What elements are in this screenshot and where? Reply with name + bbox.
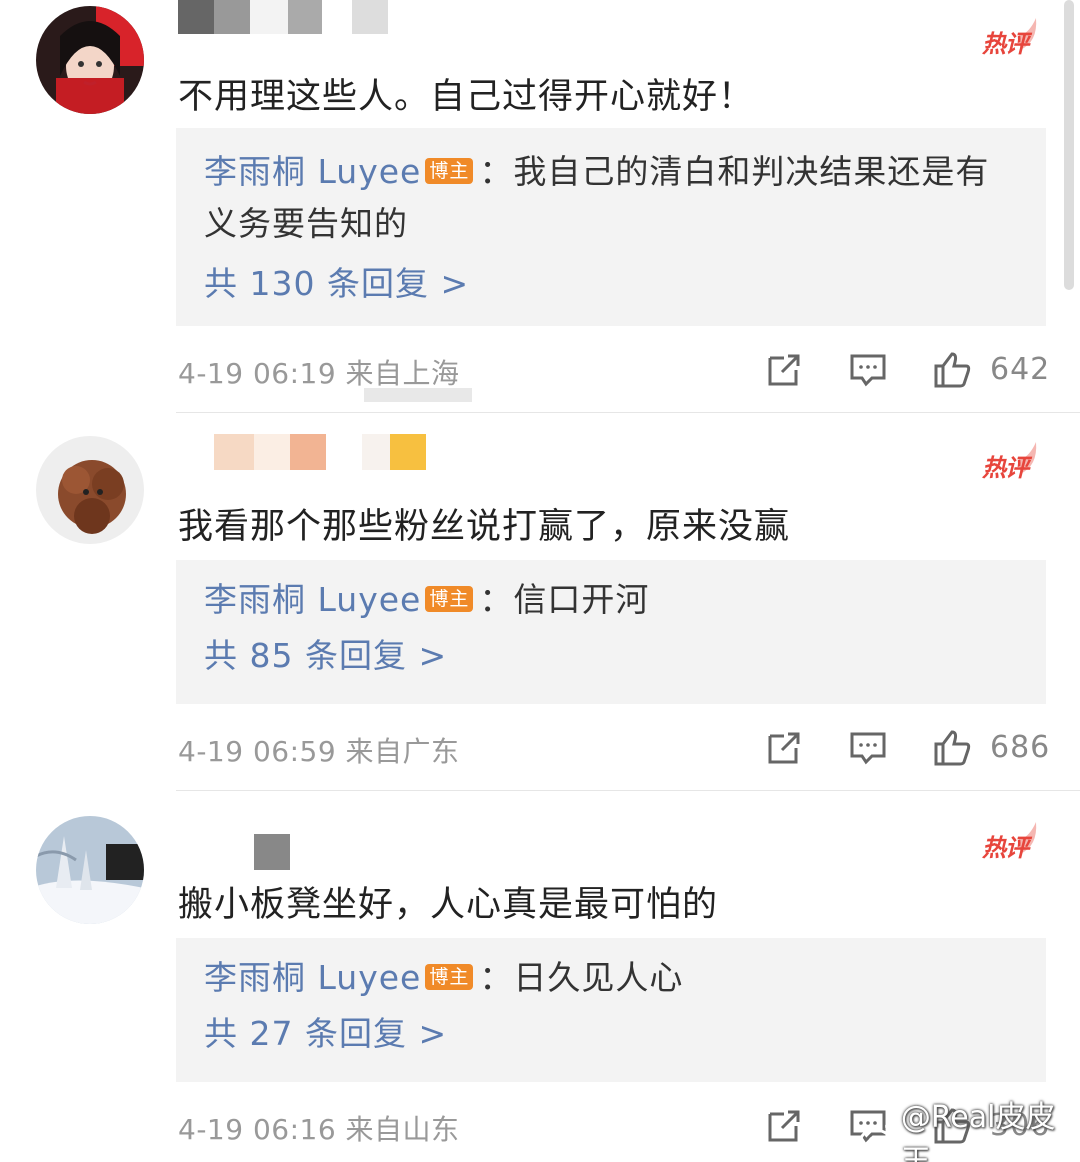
avatar[interactable] bbox=[36, 816, 144, 924]
username-masked[interactable] bbox=[254, 834, 290, 874]
comment-icon[interactable] bbox=[848, 350, 888, 390]
divider bbox=[176, 412, 1080, 413]
like-icon[interactable] bbox=[932, 728, 972, 768]
comment-actions: 642 bbox=[760, 348, 1050, 392]
comment-feed: 热评 不用理这些人。自己过得开心就好！ 李雨桐 Luyee 博主 ：我自己的清白和判… bbox=[0, 0, 1080, 1162]
reply-preview[interactable]: 李雨桐 Luyee 博主 ：信口开河 共 85 条回复 > bbox=[176, 560, 1046, 704]
comment-location: 来自广东 bbox=[345, 735, 460, 768]
scrollbar[interactable] bbox=[1064, 0, 1074, 290]
comment-meta: 4-19 06:59 来自广东 bbox=[178, 730, 460, 770]
comment-text: 搬小板凳坐好，人心真是最可怕的 bbox=[178, 885, 719, 925]
comment-location: 来自上海 bbox=[345, 357, 460, 390]
comment-meta: 4-19 06:16 来自山东 bbox=[178, 1108, 460, 1148]
comment-meta: 4-19 06:19 来自上海 bbox=[178, 352, 460, 392]
reply-text: ：信口开河 bbox=[479, 580, 650, 619]
comment-date: 4-19 06:59 bbox=[178, 735, 337, 768]
like-icon[interactable] bbox=[932, 350, 972, 390]
comment-icon[interactable] bbox=[848, 728, 888, 768]
hot-comment-badge: 热评 bbox=[980, 16, 1042, 58]
comment-text: 我看那个那些粉丝说打赢了，原来没赢 bbox=[178, 507, 791, 547]
avatar[interactable] bbox=[36, 436, 144, 544]
comment-actions: 686 bbox=[760, 726, 1050, 770]
like-count: 686 bbox=[990, 730, 1051, 765]
share-icon[interactable] bbox=[764, 350, 804, 390]
blogger-badge: 博主 bbox=[425, 158, 474, 184]
comment-location: 来自山东 bbox=[345, 1113, 460, 1146]
masked-region bbox=[364, 388, 472, 402]
view-replies-link[interactable]: 共 27 条回复 > bbox=[204, 1012, 1018, 1056]
like-count: 642 bbox=[990, 352, 1051, 387]
divider bbox=[176, 790, 1080, 791]
comment-date: 4-19 06:16 bbox=[178, 1113, 337, 1146]
share-icon[interactable] bbox=[764, 1106, 804, 1146]
weibo-logo-icon bbox=[859, 1124, 895, 1152]
view-replies-link[interactable]: 共 85 条回复 > bbox=[204, 634, 1018, 678]
comment-date: 4-19 06:19 bbox=[178, 357, 337, 390]
reply-author-link[interactable]: 李雨桐 Luyee bbox=[204, 152, 421, 191]
reply-preview[interactable]: 李雨桐 Luyee 博主 ：日久见人心 共 27 条回复 > bbox=[176, 938, 1046, 1082]
reply-author-link[interactable]: 李雨桐 Luyee bbox=[204, 580, 421, 619]
reply-preview[interactable]: 李雨桐 Luyee 博主 ：我自己的清白和判决结果还是有 义务要告知的 共 130 … bbox=[176, 128, 1046, 326]
hot-comment-badge: 热评 bbox=[980, 820, 1042, 862]
view-replies-link[interactable]: 共 130 条回复 > bbox=[204, 262, 1018, 306]
username-masked[interactable] bbox=[178, 0, 388, 38]
share-icon[interactable] bbox=[764, 728, 804, 768]
reply-text: ：日久见人心 bbox=[479, 958, 684, 997]
username-masked[interactable] bbox=[214, 434, 426, 474]
comment-text: 不用理这些人。自己过得开心就好！ bbox=[178, 77, 755, 117]
avatar[interactable] bbox=[36, 6, 144, 114]
hot-comment-badge: 热评 bbox=[980, 440, 1042, 482]
reply-text-continued: 义务要告知的 bbox=[204, 204, 408, 243]
blogger-badge: 博主 bbox=[425, 964, 474, 990]
reply-author-link[interactable]: 李雨桐 Luyee bbox=[204, 958, 421, 997]
watermark: @Real皮皮王 bbox=[858, 1100, 1080, 1162]
watermark-text: @Real皮皮王 bbox=[900, 1100, 1056, 1162]
blogger-badge: 博主 bbox=[425, 586, 474, 612]
reply-text: ：我自己的清白和判决结果还是有 bbox=[479, 152, 990, 191]
